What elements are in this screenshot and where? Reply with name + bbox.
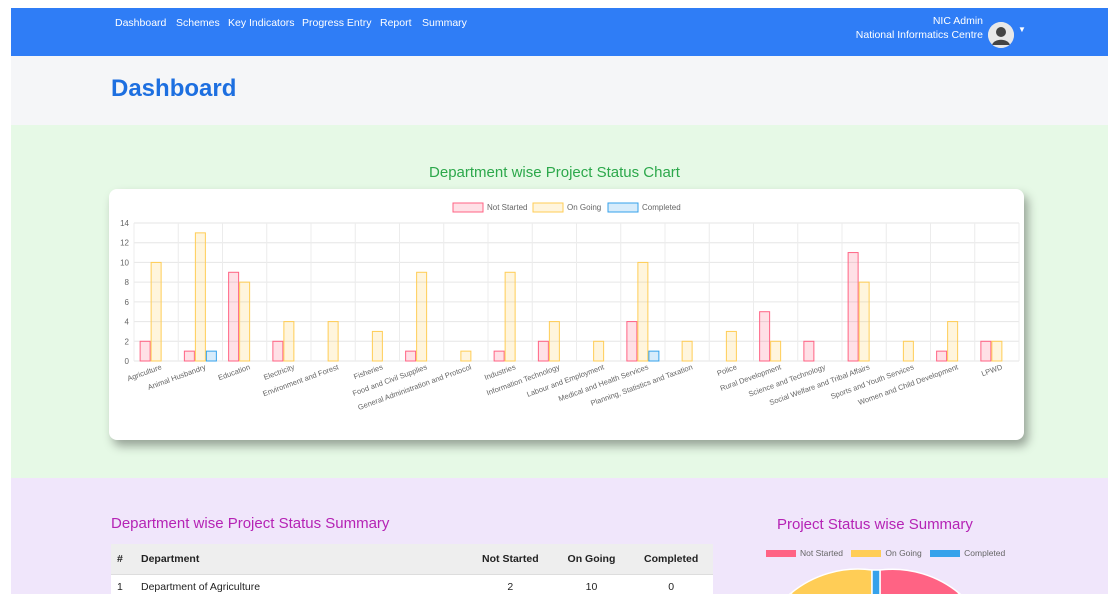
summary-table-title: Department wise Project Status Summary [111,515,389,532]
user-menu-caret-icon[interactable]: ▼ [1018,25,1026,34]
y-tick-label: 6 [125,298,130,307]
bar-not-started-electricity [273,341,283,361]
x-tick-label: Information Technology [485,362,561,397]
nav-link-summary[interactable]: Summary [422,17,467,29]
user-info[interactable]: NIC Admin National Informatics Centre [856,14,983,42]
y-tick-label: 10 [120,258,129,267]
bar-completed-animal-husbandry [206,351,216,361]
bar-not-started-education [229,272,239,361]
y-tick-label: 2 [125,337,130,346]
col-header-index: # [111,544,135,575]
bar-on-going-agriculture [151,262,161,361]
x-tick-label: Education [217,362,251,382]
cell-not-started: 2 [467,575,554,599]
y-tick-label: 0 [125,357,130,366]
department-bar-chart: 02468101214AgricultureAnimal HusbandryEd… [109,189,1024,440]
bar-not-started-social-welfare-and-tribal-affairs [848,253,858,361]
bar-not-started-agriculture [140,341,150,361]
legend-label-on-going: On Going [567,203,601,212]
legend-swatch-on-going[interactable] [851,550,881,557]
legend-label-not-started: Not Started [487,203,527,212]
page-title: Dashboard [111,75,236,103]
bar-not-started-medical-and-health-services [627,322,637,361]
bar-completed-medical-and-health-services [649,351,659,361]
col-header-department: Department [135,544,467,575]
pie-chart-svg [760,562,1000,594]
bar-on-going-social-welfare-and-tribal-affairs [859,282,869,361]
pie-slice-on-going [790,569,872,594]
user-organization: National Informatics Centre [856,28,983,42]
col-header-completed: Completed [629,544,713,575]
cell-completed: 0 [629,575,713,599]
cell-on-going: 10 [554,575,630,599]
bar-on-going-police [726,331,736,361]
bar-not-started-lpwd [981,341,991,361]
col-header-not-started: Not Started [467,544,554,575]
bar-on-going-planning-statistics-and-taxation [682,341,692,361]
bar-not-started-women-and-child-development [937,351,947,361]
legend-label-completed: Completed [642,203,681,212]
bar-on-going-medical-and-health-services [638,262,648,361]
legend-swatch-not-started[interactable] [766,550,796,557]
cell-index: 1 [111,575,135,599]
legend-label-on-going[interactable]: On Going [885,548,921,558]
bar-on-going-labour-and-employment [594,341,604,361]
legend-swatch-completed[interactable] [930,550,960,557]
pie-slice-completed [872,570,880,594]
avatar[interactable] [988,22,1014,48]
bar-on-going-food-and-civil-supplies [417,272,427,361]
bar-on-going-information-technology [549,322,559,361]
nav-link-key-indicators[interactable]: Key Indicators [228,17,295,29]
x-tick-label: Environment and Forest [262,362,341,398]
bar-on-going-sports-and-youth-services [903,341,913,361]
legend-swatch-on-going [533,203,563,212]
summary-table: # Department Not Started On Going Comple… [111,544,713,599]
legend-swatch-not-started [453,203,483,212]
user-avatar-icon [988,22,1014,48]
col-header-on-going: On Going [554,544,630,575]
bar-on-going-fisheries [372,331,382,361]
bar-on-going-women-and-child-development [948,322,958,361]
bar-on-going-rural-development [771,341,781,361]
legend-label-completed[interactable]: Completed [964,548,1005,558]
table-row: 1 Department of Agriculture 2 10 0 [111,575,713,599]
bar-on-going-lpwd [992,341,1002,361]
y-tick-label: 12 [120,239,129,248]
pie-chart-title: Project Status wise Summary [777,516,973,533]
bar-on-going-environment-and-forest [328,322,338,361]
chart-section-title: Department wise Project Status Chart [0,164,1109,181]
pie-legend: Not Started On Going Completed [760,548,1005,558]
bar-not-started-animal-husbandry [184,351,194,361]
chart-card: 02468101214AgricultureAnimal HusbandryEd… [109,189,1024,440]
bar-not-started-industries [494,351,504,361]
legend-swatch-completed [608,203,638,212]
bar-on-going-animal-husbandry [195,233,205,361]
nav-link-report[interactable]: Report [380,17,412,29]
legend-label-not-started[interactable]: Not Started [800,548,843,558]
y-tick-label: 14 [120,219,129,228]
bar-on-going-industries [505,272,515,361]
x-tick-label: LPWD [980,362,1004,378]
nav-link-dashboard[interactable]: Dashboard [115,17,166,29]
table-header-row: # Department Not Started On Going Comple… [111,544,713,575]
bar-not-started-information-technology [538,341,548,361]
bar-on-going-education [240,282,250,361]
nav-link-schemes[interactable]: Schemes [176,17,220,29]
nav-link-progress-entry[interactable]: Progress Entry [302,17,371,29]
pie-chart [760,562,1000,599]
user-name: NIC Admin [856,14,983,28]
y-tick-label: 4 [125,318,130,327]
pie-slice-not-started [880,569,960,594]
bar-on-going-electricity [284,322,294,361]
y-tick-label: 8 [125,278,130,287]
bar-not-started-science-and-technology [804,341,814,361]
bar-on-going-general-administration-and-protocol [461,351,471,361]
cell-department: Department of Agriculture [135,575,467,599]
bar-not-started-rural-development [760,312,770,361]
bar-not-started-food-and-civil-supplies [406,351,416,361]
x-tick-label: Police [716,362,738,377]
